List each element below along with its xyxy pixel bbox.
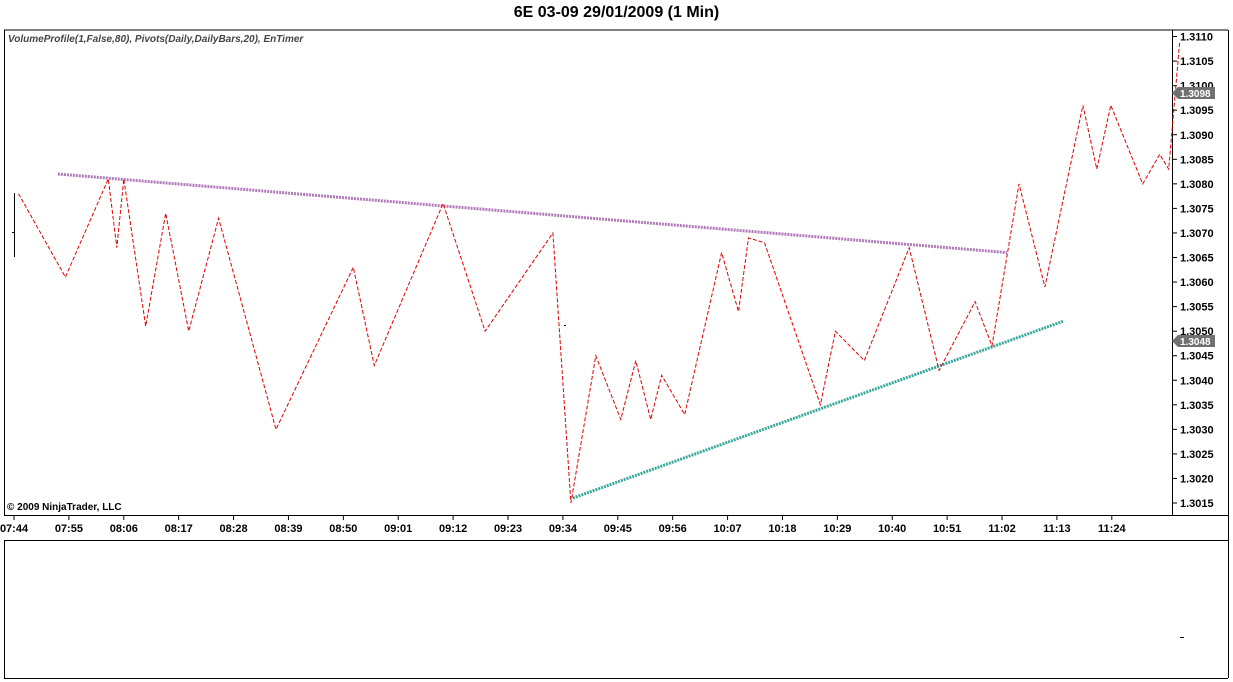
x-tick-label: 09:34 (549, 523, 578, 535)
x-tick-label: 10:29 (823, 523, 851, 535)
x-tick-label: 09:01 (384, 523, 412, 535)
indicator-label: VolumeProfile(1,False,80), Pivots(Daily,… (8, 34, 304, 45)
price-marker-lower: 1.3048 (1172, 335, 1215, 348)
y-tick-label: 1.3035 (1180, 400, 1214, 412)
price-marker-upper: 1.3098 (1172, 87, 1215, 100)
y-tick-label: 1.3060 (1180, 277, 1214, 289)
y-tick-label: 1.3025 (1180, 449, 1214, 461)
y-axis: 1.3015 1.3020 1.3025 1.3030 1.3035 1.3040 1.30… (1172, 32, 1214, 510)
x-tick-label: 07:55 (55, 523, 83, 535)
y-tick-label: 1.3040 (1180, 375, 1214, 387)
y-tick-label: 1.3065 (1180, 253, 1214, 265)
y-tick-label: 1.3070 (1180, 228, 1214, 240)
chart-area: VolumeProfile(1,False,80), Pivots(Daily,… (0, 29, 1229, 679)
y-tick-label: 1.3080 (1180, 179, 1214, 191)
trendlines (57, 172, 1064, 500)
y-tick-label: 1.3015 (1180, 498, 1214, 510)
x-tick-label: 11:24 (1098, 523, 1126, 535)
y-tick-label: 1.3105 (1180, 56, 1214, 68)
x-tick-label: 10:18 (768, 523, 796, 535)
x-tick-label: 08:50 (329, 523, 357, 535)
x-tick-label: 09:12 (439, 523, 467, 535)
upper-trendline (57, 172, 1008, 255)
y-tick-label: 1.3110 (1180, 32, 1213, 44)
x-tick-label: 08:06 (110, 523, 138, 535)
x-tick-label: 11:13 (1043, 523, 1071, 535)
x-tick-label: 08:17 (165, 523, 193, 535)
lower-trendline (572, 319, 1064, 500)
x-axis: 07:44 07:55 08:06 08:17 08:28 08:39 08:50 09:01… (0, 515, 1126, 535)
x-tick-label: 10:51 (933, 523, 961, 535)
x-tick-label: 08:39 (274, 523, 302, 535)
x-tick-label: 09:56 (659, 523, 687, 535)
x-tick-label: 09:45 (604, 523, 632, 535)
copyright-label: © 2009 NinjaTrader, LLC (7, 502, 122, 513)
x-tick-label: 07:44 (0, 523, 29, 535)
x-tick-label: 11:02 (988, 523, 1016, 535)
x-tick-label: 10:07 (713, 523, 741, 535)
y-tick-label: 1.3075 (1180, 203, 1214, 215)
y-tick-label: 1.3055 (1180, 302, 1214, 314)
x-tick-label: 08:28 (219, 523, 247, 535)
price-marker-lower-text: 1.3048 (1180, 337, 1211, 348)
y-tick-label: 1.3095 (1180, 105, 1214, 117)
x-tick-label: 09:23 (494, 523, 522, 535)
price-marker-upper-text: 1.3098 (1180, 89, 1211, 100)
price-line (18, 41, 1181, 504)
price-series (18, 41, 1181, 504)
x-tick-label: 10:40 (878, 523, 906, 535)
y-tick-label: 1.3045 (1180, 351, 1214, 363)
y-tick-label: 1.3030 (1180, 424, 1214, 436)
y-tick-label: 1.3085 (1180, 154, 1214, 166)
y-tick-label: 1.3020 (1180, 473, 1214, 485)
y-tick-label: 1.3090 (1180, 130, 1214, 142)
